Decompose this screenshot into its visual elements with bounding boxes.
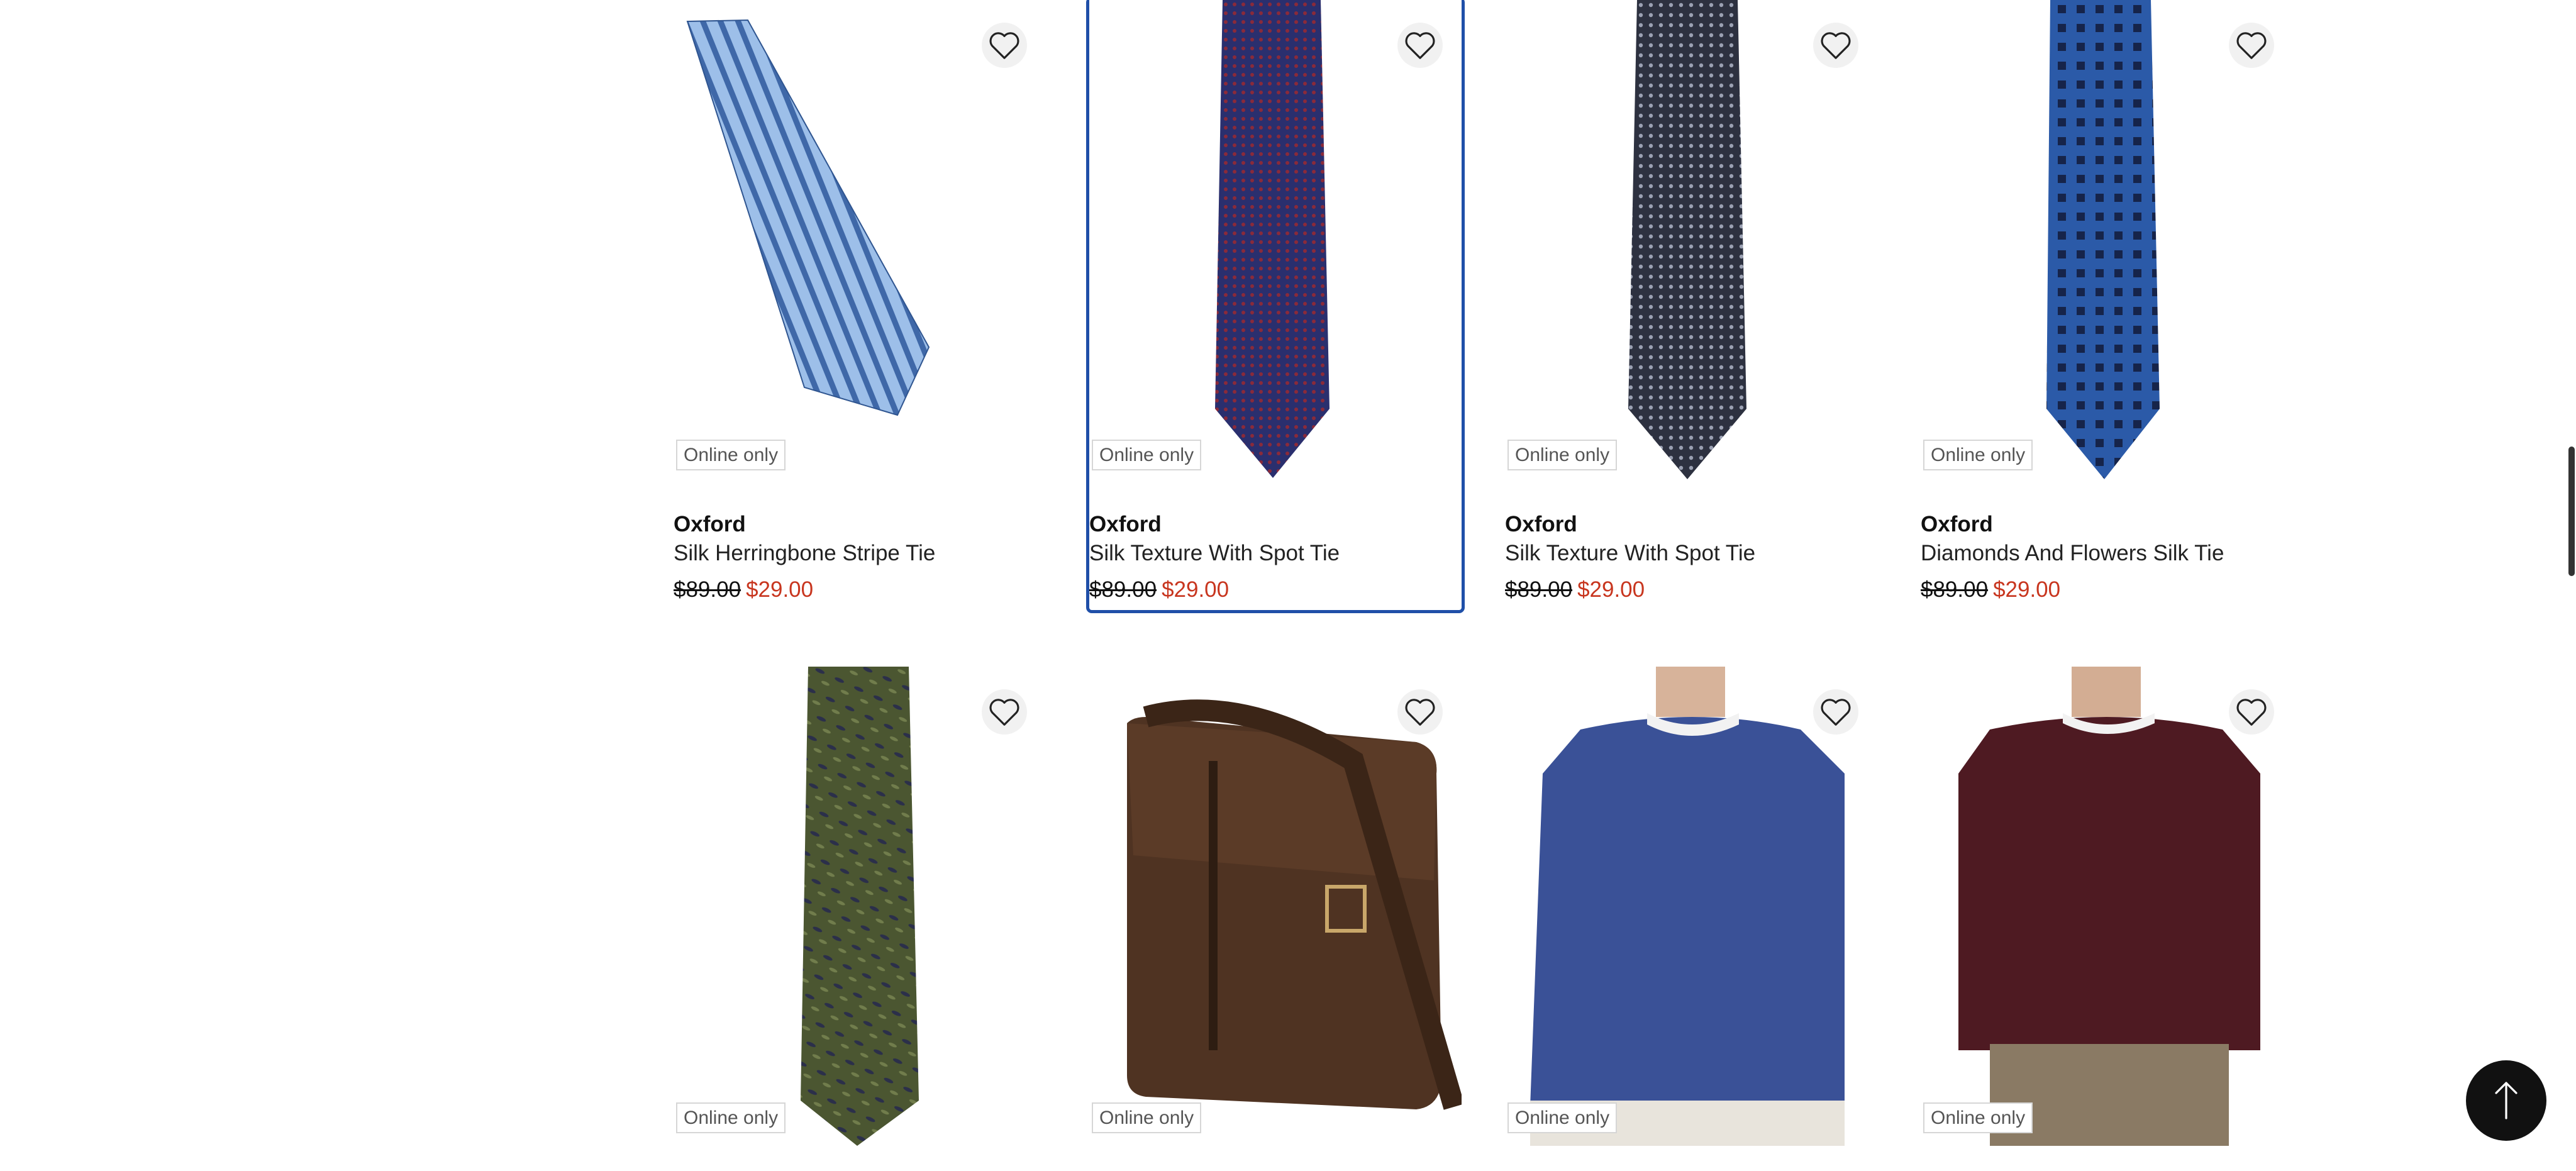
online-only-badge: Online only [676, 440, 786, 470]
sale-price: $29.00 [746, 577, 814, 602]
product-brand: Oxford [1505, 512, 1577, 536]
original-price: $89.00 [674, 577, 741, 602]
wishlist-button[interactable] [982, 689, 1027, 735]
online-only-badge: Online only [1923, 1102, 2033, 1133]
original-price: $89.00 [1089, 577, 1157, 602]
sale-price: $29.00 [1993, 577, 2061, 602]
product-image[interactable]: Online only [1921, 0, 2293, 483]
sale-price: $29.00 [1577, 577, 1645, 602]
online-only-badge: Online only [1092, 440, 1202, 470]
price-row: $89.00 $29.00 [674, 576, 1046, 604]
brown-leather-messenger-bag-image [1127, 699, 1462, 1110]
heart-outline-icon [1821, 699, 1851, 726]
heart-outline-icon [1405, 699, 1435, 726]
heart-outline-icon [1821, 32, 1851, 59]
back-to-top-button[interactable] [2466, 1060, 2546, 1141]
heart-outline-icon [1405, 32, 1435, 59]
blue-crew-neck-knit-image [1530, 667, 1845, 1146]
original-price: $89.00 [1921, 577, 1989, 602]
navy-red-spot-tie-image [1215, 0, 1330, 478]
burgundy-crew-neck-knit-image [1958, 667, 2260, 1146]
product-grid: Online only Oxford Silk Herringbone Stri… [674, 0, 2293, 1171]
wishlist-button[interactable] [2229, 689, 2274, 735]
original-price: $89.00 [1505, 577, 1573, 602]
arrow-up-icon [2495, 1082, 2518, 1119]
wishlist-button[interactable] [2229, 23, 2274, 68]
product-image[interactable]: Online only [1089, 667, 1462, 1146]
product-image[interactable]: Online only [1505, 0, 1877, 483]
product-card[interactable]: Online only Oxford Silk Herringbone Stri… [674, 0, 1046, 610]
heart-outline-icon [2236, 32, 2267, 59]
product-title[interactable]: Silk Texture With Spot Tie [1089, 540, 1462, 567]
sale-price: $29.00 [1162, 577, 1230, 602]
product-brand: Oxford [1921, 512, 1993, 536]
wishlist-button[interactable] [1397, 23, 1443, 68]
wishlist-button[interactable] [1813, 23, 1858, 68]
blue-diamonds-tie-image [2046, 0, 2160, 479]
wishlist-button[interactable] [1813, 689, 1858, 735]
product-card[interactable]: Online only Oxford Silk Texture With Spo… [1086, 0, 1465, 613]
product-card[interactable]: Online only [1089, 667, 1462, 1171]
heart-outline-icon [2236, 699, 2267, 726]
product-image[interactable]: Online only [1921, 667, 2293, 1146]
online-only-badge: Online only [676, 1102, 786, 1133]
product-image[interactable]: Online only [1505, 667, 1877, 1146]
olive-leaf-tie-image [801, 667, 919, 1146]
product-title[interactable]: Silk Texture With Spot Tie [1505, 540, 1877, 567]
product-card[interactable]: Online only Oxford Diamonds And Flowers … [1921, 0, 2293, 610]
charcoal-spot-tie-image [1628, 0, 1746, 479]
price-row: $89.00 $29.00 [1505, 576, 1877, 604]
online-only-badge: Online only [1923, 440, 2033, 470]
product-card[interactable]: Online only Oxford Silk Texture With Spo… [1505, 0, 1877, 610]
online-only-badge: Online only [1507, 1102, 1618, 1133]
product-title[interactable]: Silk Herringbone Stripe Tie [674, 540, 1046, 567]
product-brand: Oxford [1089, 512, 1162, 536]
heart-outline-icon [989, 699, 1019, 726]
product-card[interactable]: Online only [1921, 667, 2293, 1171]
product-image[interactable]: Online only [1089, 0, 1462, 483]
price-row: $89.00 $29.00 [1921, 576, 2293, 604]
heart-outline-icon [989, 32, 1019, 59]
online-only-badge: Online only [1092, 1102, 1202, 1133]
price-row: $89.00 $29.00 [1089, 576, 1462, 604]
online-only-badge: Online only [1507, 440, 1618, 470]
striped-light-blue-tie-image [686, 19, 930, 416]
product-title[interactable]: Diamonds And Flowers Silk Tie [1921, 540, 2293, 567]
product-card[interactable]: Online only [674, 667, 1046, 1171]
wishlist-button[interactable] [1397, 689, 1443, 735]
scrollbar-thumb[interactable] [2568, 447, 2575, 576]
wishlist-button[interactable] [982, 23, 1027, 68]
product-brand: Oxford [674, 512, 746, 536]
product-image[interactable]: Online only [674, 667, 1046, 1146]
product-image[interactable]: Online only [674, 0, 1046, 483]
product-card[interactable]: Online only [1505, 667, 1877, 1171]
